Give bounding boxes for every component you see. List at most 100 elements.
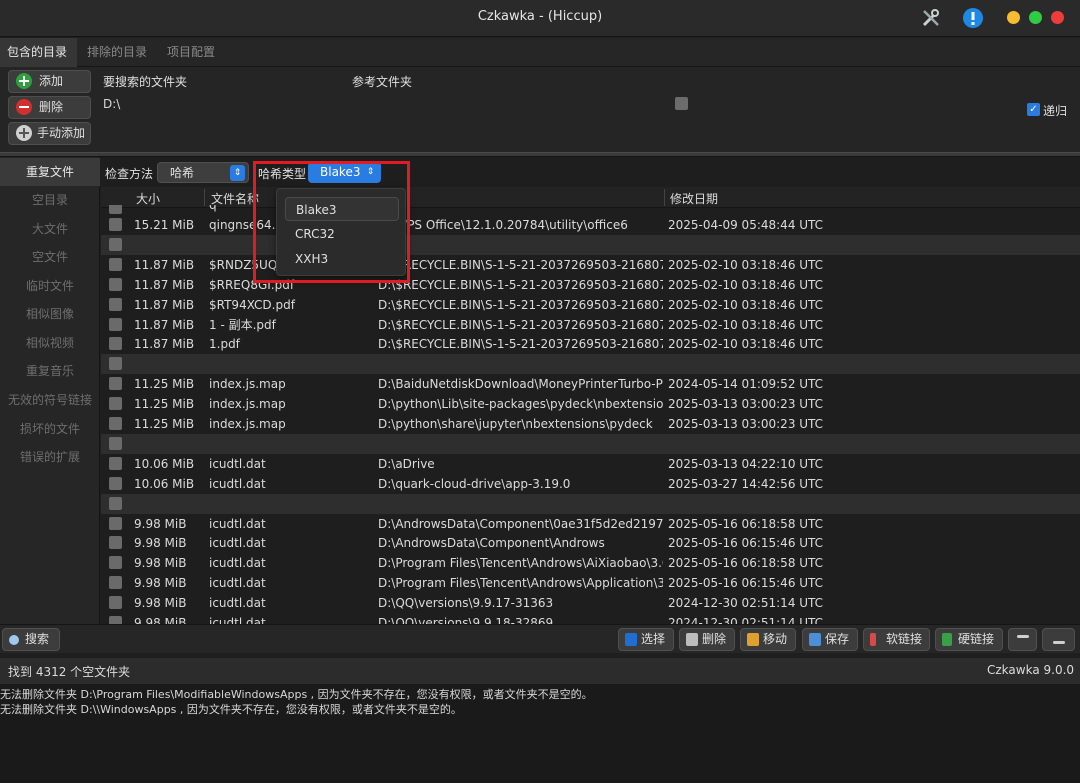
search-button[interactable]: 搜索: [2, 628, 60, 651]
row-checkbox[interactable]: [109, 278, 122, 291]
compare-button[interactable]: [1042, 628, 1075, 651]
group-separator-row[interactable]: [101, 235, 1080, 255]
row-checkbox[interactable]: [109, 497, 122, 510]
sidebar-item-broken-files[interactable]: 损坏的文件: [0, 415, 100, 443]
table-row[interactable]: 15.21 MiB qingnse64.dll D:\WPS Office\12.1…: [101, 215, 1080, 235]
symlink-button[interactable]: 软链接: [863, 628, 930, 651]
row-checkbox[interactable]: [109, 357, 122, 370]
row-checkbox[interactable]: [109, 437, 122, 450]
hash-option-crc32[interactable]: CRC32: [285, 222, 399, 246]
hash-option-blake3[interactable]: Blake3: [285, 197, 399, 221]
group-separator-row[interactable]: [101, 494, 1080, 514]
sidebar-item-similar-images[interactable]: 相似图像: [0, 300, 100, 328]
sidebar-item-bad-extensions[interactable]: 错误的扩展: [0, 443, 100, 471]
tab-included-dirs[interactable]: 包含的目录: [0, 38, 77, 67]
reference-checkbox[interactable]: [675, 97, 688, 110]
row-checkbox[interactable]: [109, 318, 122, 331]
hash-option-xxh3[interactable]: XXH3: [285, 247, 399, 271]
hash-type-select[interactable]: Blake3 ⇕: [308, 162, 381, 183]
sidebar-item-big-files[interactable]: 大文件: [0, 215, 100, 243]
row-checkbox[interactable]: [109, 517, 122, 530]
info-icon[interactable]: [962, 7, 984, 29]
row-checkbox[interactable]: [109, 616, 122, 624]
table-row[interactable]: 11.87 MiB 1.pdf D:\$RECYCLE.BIN\S-1-5-21-2…: [101, 334, 1080, 354]
row-checkbox[interactable]: [109, 337, 122, 350]
table-row[interactable]: 9.98 MiB icudtl.dat D:\QQ\versions\9.9.17-…: [101, 593, 1080, 613]
maximize-button[interactable]: [1029, 11, 1042, 24]
row-size: 9.98 MiB: [134, 556, 187, 570]
row-checkbox[interactable]: [109, 205, 122, 214]
minimize-button[interactable]: [1007, 11, 1020, 24]
group-separator-row[interactable]: [101, 354, 1080, 374]
row-checkbox[interactable]: [109, 258, 122, 271]
tools-icon[interactable]: [920, 7, 942, 29]
row-checkbox[interactable]: [109, 377, 122, 390]
manual-add-button[interactable]: 手动添加: [8, 122, 91, 145]
table-row[interactable]: 11.87 MiB 1 - 副本.pdf D:\$RECYCLE.BIN\S-1-5…: [101, 315, 1080, 335]
row-date: 2025-02-10 03:18:46 UTC: [668, 318, 824, 332]
check-method-label: 检查方法: [105, 167, 154, 181]
save-button[interactable]: 保存: [802, 628, 858, 651]
table-row[interactable]: 9.98 MiB icudtl.dat D:\QQ\versions\9.9.18-…: [101, 613, 1080, 624]
close-button[interactable]: [1051, 11, 1064, 24]
sidebar-item-empty-files[interactable]: 空文件: [0, 243, 100, 271]
select-button[interactable]: 选择: [618, 628, 674, 651]
table-row[interactable]: 11.87 MiB $RREQ8GI.pdf D:\$RECYCLE.BIN\S-1…: [101, 275, 1080, 295]
add-dir-button[interactable]: 添加: [8, 70, 91, 93]
row-date: 2025-03-27 14:42:56 UTC: [668, 477, 824, 491]
table-row[interactable]: 10.06 MiB icudtl.dat D:\quark-cloud-drive\…: [101, 474, 1080, 494]
table-row[interactable]: 11.25 MiB index.js.map D:\BaiduNetdiskDown…: [101, 374, 1080, 394]
folder-icon: [747, 633, 759, 646]
table-row[interactable]: 9.98 MiB icudtl.dat D:\Program Files\Tence…: [101, 553, 1080, 573]
table-row[interactable]: 11.87 MiB $RT94XCD.pdf D:\$RECYCLE.BIN\S-1…: [101, 295, 1080, 315]
hardlink-button[interactable]: 硬链接: [935, 628, 1003, 651]
sidebar-item-duplicate-files[interactable]: 重复文件: [0, 158, 100, 186]
row-checkbox[interactable]: [109, 298, 122, 311]
row-checkbox[interactable]: [109, 596, 122, 609]
table-row[interactable]: 9.98 MiB icudtl.dat D:\Program Files\Tence…: [101, 573, 1080, 593]
row-path: D:\QQ\versions\9.9.18-32869: [378, 616, 554, 624]
minus-icon: [16, 99, 32, 115]
row-path: D:\aDrive: [378, 457, 435, 471]
row-path: D:\Program Files\Tencent\Androws\Applica…: [378, 576, 663, 590]
row-size: 9.98 MiB: [134, 596, 187, 610]
sort-icon: [1017, 635, 1029, 638]
tab-excluded-dirs[interactable]: 排除的目录: [80, 38, 154, 67]
table-row[interactable]: 11.87 MiB $RNDZ5UQJ.pdf D:\$RECYCLE.BIN\S-…: [101, 255, 1080, 275]
status-bar: 找到 4312 个空文件夹 Czkawka 9.0.0: [0, 658, 1080, 684]
sidebar-item-invalid-symlinks[interactable]: 无效的符号链接: [0, 386, 100, 414]
move-button[interactable]: 移动: [740, 628, 796, 651]
tab-project-config[interactable]: 项目配置: [160, 38, 222, 67]
sidebar-item-duplicate-music[interactable]: 重复音乐: [0, 357, 100, 385]
row-checkbox[interactable]: [109, 218, 122, 231]
delete-button[interactable]: 删除: [679, 628, 735, 651]
row-checkbox[interactable]: [109, 576, 122, 589]
row-size: 9.98 MiB: [134, 616, 187, 624]
dir-entry[interactable]: D:\: [103, 97, 120, 111]
group-separator-row[interactable]: [101, 434, 1080, 454]
table-row[interactable]: 11.25 MiB index.js.map D:\python\Lib\site-…: [101, 394, 1080, 414]
table-row[interactable]: 9.98 MiB icudtl.dat D:\AndrowsData\Compone…: [101, 514, 1080, 534]
table-row-partial[interactable]: q: [101, 205, 1080, 215]
row-checkbox[interactable]: [109, 417, 122, 430]
sort-button[interactable]: [1008, 628, 1037, 651]
row-checkbox[interactable]: [109, 536, 122, 549]
remove-dir-button[interactable]: 删除: [8, 96, 91, 119]
table-row[interactable]: 11.25 MiB index.js.map D:\python\share\jup…: [101, 414, 1080, 434]
row-checkbox[interactable]: [109, 556, 122, 569]
row-checkbox[interactable]: [109, 238, 122, 251]
row-checkbox[interactable]: [109, 397, 122, 410]
table-row[interactable]: 10.06 MiB icudtl.dat D:\aDrive 2025-03-13 0…: [101, 454, 1080, 474]
check-method-select[interactable]: 哈希 ⇕: [157, 162, 249, 183]
link-icon: [870, 633, 876, 646]
save-label: 保存: [825, 632, 850, 646]
table-row[interactable]: 9.98 MiB icudtl.dat D:\AndrowsData\Compone…: [101, 533, 1080, 553]
row-path: D:\Program Files\Tencent\Androws\AiXiaob…: [378, 556, 663, 570]
recursive-checkbox[interactable]: ✓: [1027, 103, 1040, 116]
sidebar-item-similar-videos[interactable]: 相似视频: [0, 329, 100, 357]
sidebar-item-temp-files[interactable]: 临时文件: [0, 272, 100, 300]
row-checkbox[interactable]: [109, 477, 122, 490]
log-panel[interactable]: 无法删除文件夹 D:\Program Files\ModifiableWindo…: [0, 684, 1080, 783]
row-checkbox[interactable]: [109, 457, 122, 470]
sidebar-item-empty-dirs[interactable]: 空目录: [0, 186, 100, 214]
